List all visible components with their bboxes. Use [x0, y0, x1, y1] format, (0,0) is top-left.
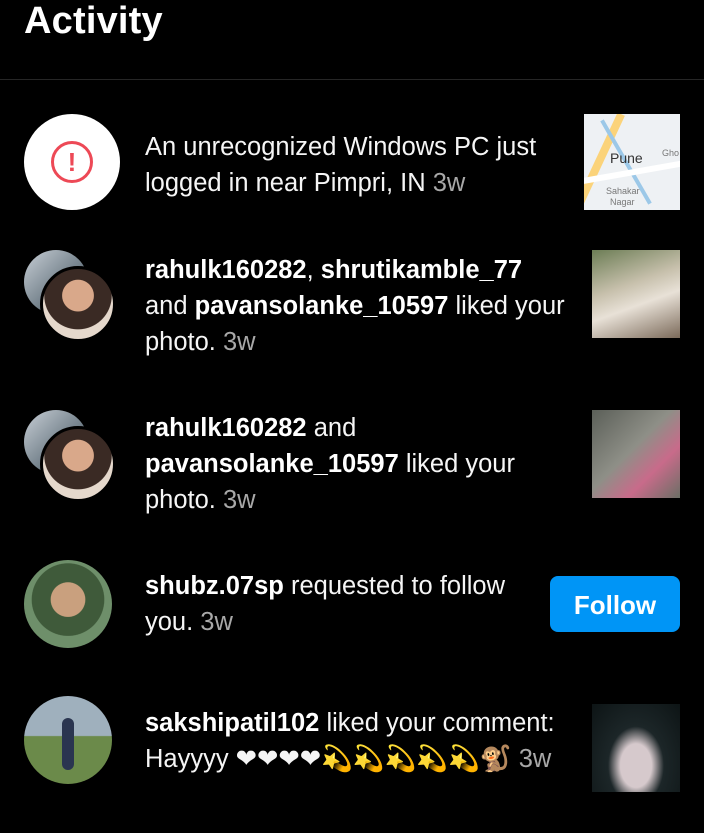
map-label: Pune	[610, 150, 643, 166]
username-link[interactable]: pavansolanke_10597	[195, 292, 449, 320]
username-link[interactable]: shubz.07sp	[145, 572, 284, 600]
separator: and	[145, 292, 195, 320]
notification-text: An unrecognized Windows PC just logged i…	[145, 129, 565, 201]
separator: and	[306, 414, 357, 442]
notification-text: rahulk160282, shrutikamble_77 and pavans…	[145, 252, 565, 360]
photo-thumbnail[interactable]	[592, 410, 680, 498]
avatar[interactable]	[40, 266, 116, 342]
notification-text: shubz.07sp requested to follow you. 3w	[145, 568, 525, 640]
username-link[interactable]: pavansolanke_10597	[145, 450, 399, 478]
timestamp: 3w	[223, 328, 256, 356]
avatar[interactable]	[40, 426, 116, 502]
notification-login-alert[interactable]: ! An unrecognized Windows PC just logged…	[0, 114, 704, 210]
timestamp: 3w	[200, 608, 233, 636]
map-label: Nagar	[610, 197, 635, 207]
separator: ,	[306, 256, 321, 284]
alert-message: An unrecognized Windows PC just logged i…	[145, 133, 537, 197]
avatar[interactable]	[24, 560, 112, 648]
notification-text: sakshipatil102 liked your comment: Hayyy…	[145, 705, 565, 777]
follow-button[interactable]: Follow	[550, 576, 680, 632]
header: Activity	[0, 0, 704, 80]
username-link[interactable]: rahulk160282	[145, 256, 307, 284]
notification-like[interactable]: rahulk160282, shrutikamble_77 and pavans…	[0, 250, 704, 356]
map-label: Sahakar	[606, 186, 640, 196]
username-link[interactable]: sakshipatil102	[145, 709, 319, 737]
avatar[interactable]	[24, 696, 112, 784]
username-link[interactable]: rahulk160282	[145, 414, 307, 442]
photo-thumbnail[interactable]	[592, 250, 680, 338]
username-link[interactable]: shrutikamble_77	[321, 256, 522, 284]
notification-like[interactable]: rahulk160282 and pavansolanke_10597 like…	[0, 410, 704, 514]
map-label: Gho	[662, 148, 680, 158]
photo-thumbnail[interactable]	[592, 704, 680, 792]
notification-text: rahulk160282 and pavansolanke_10597 like…	[145, 410, 565, 518]
timestamp: 3w	[223, 486, 256, 514]
notification-comment-like[interactable]: sakshipatil102 liked your comment: Hayyy…	[0, 696, 704, 816]
alert-avatar: !	[24, 114, 120, 210]
timestamp: 3w	[518, 745, 552, 773]
map-thumbnail[interactable]: Pune Gho Sahakar Nagar	[584, 114, 680, 210]
page-title: Activity	[24, 0, 163, 42]
notification-follow-request[interactable]: shubz.07sp requested to follow you. 3w F…	[0, 560, 704, 648]
alert-icon: !	[51, 141, 93, 183]
timestamp: 3w	[432, 169, 466, 197]
